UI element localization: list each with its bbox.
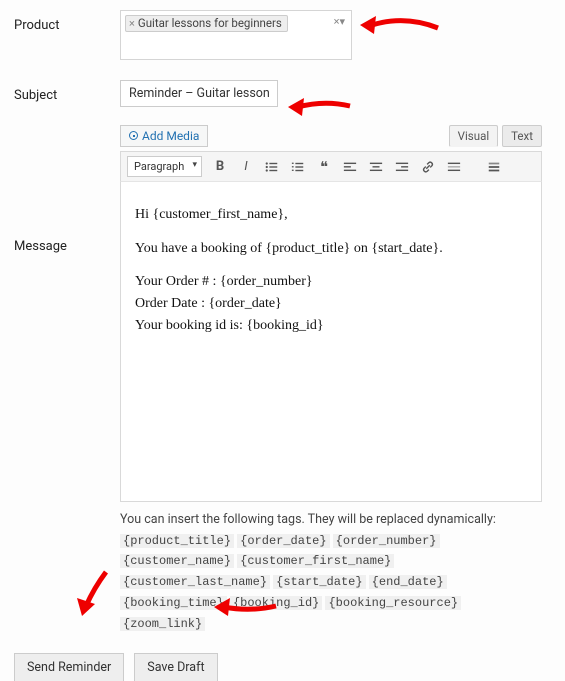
editor-wrap: Add Media Visual Text Paragraph B I ❝ <box>120 125 542 635</box>
paragraph-select[interactable]: Paragraph <box>127 156 202 177</box>
subject-input[interactable] <box>120 80 278 107</box>
editor-p2: You have a booking of {product_title} on… <box>135 238 527 260</box>
italic-button[interactable]: I <box>238 159 254 175</box>
tag-customer-name: {customer_name} <box>120 554 234 568</box>
tag-booking-time: {booking_time} <box>120 596 227 610</box>
tag-order-number: {order_number} <box>333 534 440 548</box>
tag-zoom-link: {zoom_link} <box>120 617 205 631</box>
remove-tag-icon[interactable]: × <box>129 17 135 30</box>
media-row: Add Media Visual Text <box>120 125 542 147</box>
editor-toolbar: Paragraph B I ❝ <box>120 151 542 182</box>
subject-row: Subject <box>14 80 551 107</box>
tag-customer-last-name: {customer_last_name} <box>120 575 270 589</box>
tag-product-title: {product_title} <box>120 534 234 548</box>
align-right-button[interactable] <box>394 159 410 175</box>
tag-booking-resource: {booking_resource} <box>325 596 461 610</box>
editor-row: Message Add Media Visual Text Paragraph <box>14 125 551 635</box>
product-tag[interactable]: × Guitar lessons for beginners <box>125 15 288 32</box>
save-draft-button[interactable]: Save Draft <box>134 653 217 681</box>
product-clear-toggle[interactable]: ×▾ <box>334 15 345 28</box>
editor-body[interactable]: Hi {customer_first_name}, You have a boo… <box>120 182 542 502</box>
product-row: Product × Guitar lessons for beginners ×… <box>14 10 551 60</box>
tags-help: You can insert the following tags. They … <box>120 510 542 635</box>
tab-text[interactable]: Text <box>502 125 542 147</box>
align-left-button[interactable] <box>342 159 358 175</box>
numbered-list-button[interactable] <box>290 159 306 175</box>
add-media-button[interactable]: Add Media <box>120 125 208 147</box>
mode-tabs: Visual Text <box>445 125 542 147</box>
subject-field <box>120 80 551 107</box>
align-center-button[interactable] <box>368 159 384 175</box>
bullet-list-button[interactable] <box>264 159 280 175</box>
editor-col: Add Media Visual Text Paragraph B I ❝ <box>120 125 551 635</box>
media-icon <box>129 131 138 140</box>
product-select[interactable]: × Guitar lessons for beginners ×▾ <box>120 10 352 60</box>
add-media-label: Add Media <box>142 129 199 143</box>
blockquote-button[interactable]: ❝ <box>316 159 332 175</box>
tag-customer-first-name: {customer_first_name} <box>237 554 394 568</box>
product-field: × Guitar lessons for beginners ×▾ <box>120 10 551 60</box>
editor-p1: Hi {customer_first_name}, <box>135 204 527 226</box>
send-reminder-button[interactable]: Send Reminder <box>14 653 124 681</box>
tab-visual[interactable]: Visual <box>449 125 498 147</box>
link-button[interactable] <box>420 159 436 175</box>
tag-end-date: {end_date} <box>369 575 447 589</box>
tag-order-date: {order_date} <box>237 534 329 548</box>
product-tag-label: Guitar lessons for beginners <box>138 16 282 30</box>
product-label: Product <box>14 10 120 33</box>
action-buttons: Send Reminder Save Draft <box>14 653 551 681</box>
tag-start-date: {start_date} <box>273 575 365 589</box>
toolbar-toggle-button[interactable] <box>486 159 502 175</box>
insert-more-button[interactable] <box>446 159 462 175</box>
tag-booking-id: {booking_id} <box>230 596 322 610</box>
editor-p3: Your Order # : {order_number} Order Date… <box>135 271 527 336</box>
message-label: Message <box>14 239 120 254</box>
subject-label: Subject <box>14 80 120 103</box>
bold-button[interactable]: B <box>212 159 228 175</box>
